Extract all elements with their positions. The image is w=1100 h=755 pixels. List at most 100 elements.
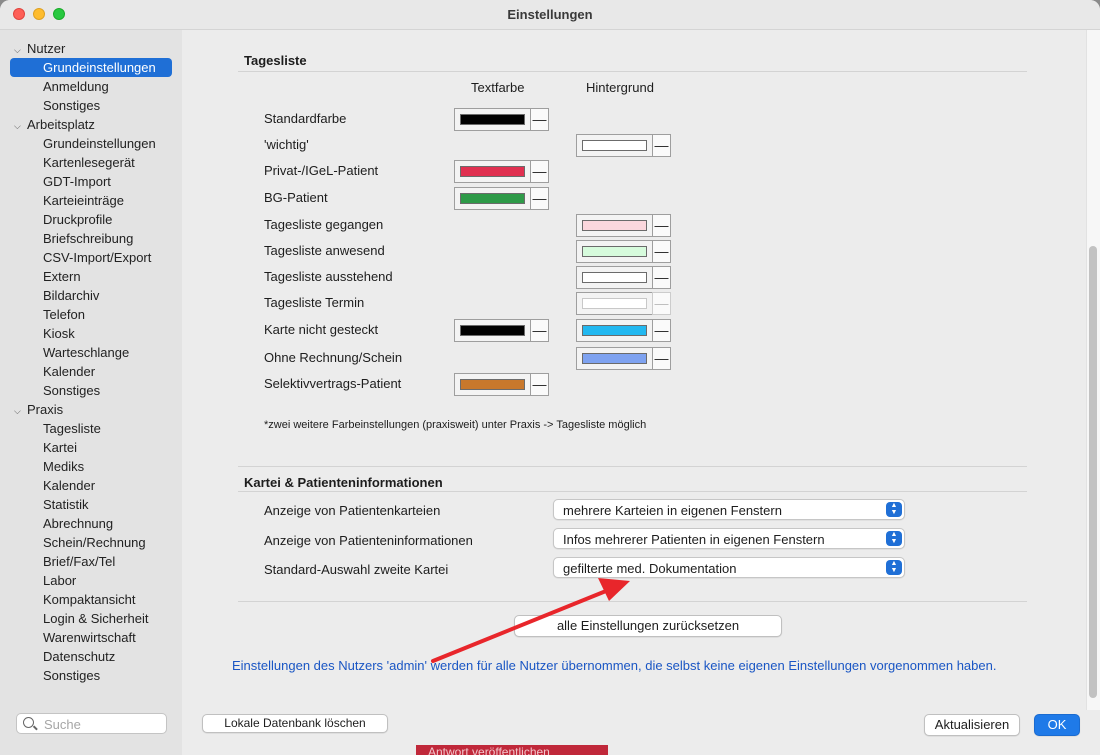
- sidebar-item[interactable]: Druckprofile: [43, 210, 112, 229]
- sidebar-item[interactable]: Warenwirtschaft: [43, 628, 136, 647]
- text-color-reset-button[interactable]: —: [530, 108, 549, 131]
- sidebar-item[interactable]: Telefon: [43, 305, 85, 324]
- background-color-well[interactable]: [576, 292, 653, 315]
- background-color-reset-button[interactable]: —: [652, 347, 671, 370]
- background-color-well[interactable]: [576, 214, 653, 237]
- sidebar-item[interactable]: Warteschlange: [43, 343, 129, 362]
- sidebar-item[interactable]: Tagesliste: [43, 419, 101, 438]
- sidebar-item[interactable]: Abrechnung: [43, 514, 113, 533]
- background-color-well[interactable]: [576, 319, 653, 342]
- sidebar-group[interactable]: ⌵ Arbeitsplatz: [14, 115, 95, 134]
- background-color-reset-button[interactable]: —: [652, 134, 671, 157]
- sidebar-item[interactable]: Sonstiges: [43, 666, 100, 685]
- reset-all-settings-button[interactable]: alle Einstellungen zurücksetzen: [514, 615, 782, 637]
- section-title-kartei: Kartei & Patienteninformationen: [244, 475, 443, 490]
- text-color-reset-button[interactable]: —: [530, 319, 549, 342]
- text-color-well[interactable]: [454, 319, 531, 342]
- tagesliste-note: *zwei weitere Farbeinstellungen (praxisw…: [264, 419, 647, 431]
- background-color-well[interactable]: [576, 240, 653, 263]
- delete-local-database-button[interactable]: Lokale Datenbank löschen: [202, 714, 388, 733]
- sidebar-item[interactable]: Statistik: [43, 495, 89, 514]
- chevron-updown-icon: ▲ ▼: [886, 502, 902, 517]
- background-color-well[interactable]: [576, 134, 653, 157]
- popup-value: gefilterte med. Dokumentation: [563, 561, 737, 576]
- background-color-well[interactable]: [576, 266, 653, 289]
- background-color-reset-button[interactable]: —: [652, 240, 671, 263]
- sidebar-group[interactable]: ⌵ Praxis: [14, 400, 63, 419]
- sidebar-item[interactable]: Sonstiges: [43, 96, 100, 115]
- section-divider: [238, 71, 1027, 72]
- sidebar-item[interactable]: Karteieinträge: [43, 191, 124, 210]
- sidebar-item[interactable]: Grundeinstellungen: [10, 58, 172, 77]
- sidebar-item[interactable]: Bildarchiv: [43, 286, 99, 305]
- sidebar-item[interactable]: Labor: [43, 571, 76, 590]
- text-color-reset-button[interactable]: —: [530, 187, 549, 210]
- scrollbar-thumb[interactable]: [1089, 246, 1097, 698]
- sidebar-item[interactable]: Kiosk: [43, 324, 75, 343]
- color-row-label: Ohne Rechnung/Schein: [264, 350, 403, 365]
- sidebar-item[interactable]: Kalender: [43, 362, 95, 381]
- sidebar-group-label: Nutzer: [27, 41, 66, 56]
- color-row-label: Tagesliste Termin: [264, 295, 365, 310]
- text-color-well[interactable]: [454, 187, 531, 210]
- sidebar-group-label: Praxis: [27, 402, 64, 417]
- ok-button[interactable]: OK: [1034, 714, 1080, 736]
- color-swatch: [582, 353, 647, 364]
- background-color-reset-button[interactable]: —: [652, 214, 671, 237]
- text-color-reset-button[interactable]: —: [530, 160, 549, 183]
- sidebar-item[interactable]: Schein/Rechnung: [43, 533, 146, 552]
- background-color-reset-button[interactable]: —: [652, 292, 671, 315]
- color-row-label: BG-Patient: [264, 190, 328, 205]
- sidebar-item[interactable]: Briefschreibung: [43, 229, 133, 248]
- sidebar-item[interactable]: Anmeldung: [43, 77, 109, 96]
- popup-value: mehrere Karteien in eigenen Fenstern: [563, 503, 782, 518]
- background-color-well[interactable]: [576, 347, 653, 370]
- popup-value: Infos mehrerer Patienten in eigenen Fens…: [563, 532, 825, 547]
- sidebar-item[interactable]: Extern: [43, 267, 81, 286]
- sidebar-group[interactable]: ⌵ Nutzer: [14, 39, 65, 58]
- text-color-well[interactable]: [454, 160, 531, 183]
- sidebar-item[interactable]: Grundeinstellungen: [43, 134, 156, 153]
- sidebar-item[interactable]: Kalender: [43, 476, 95, 495]
- background-color-reset-button[interactable]: —: [652, 319, 671, 342]
- search-placeholder: Suche: [44, 717, 81, 732]
- text-color-well[interactable]: [454, 373, 531, 396]
- sidebar-item[interactable]: GDT-Import: [43, 172, 111, 191]
- settings-window: Einstellungen ⌵ Nutzer Grundeinstellungen A…: [0, 0, 1100, 755]
- column-header-textfarbe: Textfarbe: [471, 80, 525, 95]
- title-bar: Einstellungen: [0, 0, 1100, 30]
- kartei-row-label: Standard-Auswahl zweite Kartei: [264, 562, 449, 577]
- search-icon: [23, 717, 34, 728]
- sidebar-item[interactable]: Kartenlesegerät: [43, 153, 135, 172]
- sidebar-item[interactable]: Datenschutz: [43, 647, 115, 666]
- settings-content: [182, 30, 1100, 710]
- sidebar-item[interactable]: Login & Sicherheit: [43, 609, 149, 628]
- column-header-hintergrund: Hintergrund: [586, 80, 654, 95]
- background-color-reset-button[interactable]: —: [652, 266, 671, 289]
- section-divider: [238, 601, 1027, 602]
- text-color-reset-button[interactable]: —: [530, 373, 549, 396]
- color-swatch: [460, 114, 525, 125]
- color-swatch: [582, 272, 647, 283]
- color-row-label: Karte nicht gesteckt: [264, 322, 379, 337]
- refresh-button[interactable]: Aktualisieren: [924, 714, 1020, 736]
- color-row-label: 'wichtig': [264, 137, 309, 152]
- sidebar-item[interactable]: Sonstiges: [43, 381, 100, 400]
- chevron-down-icon[interactable]: ⌵: [14, 117, 24, 136]
- text-color-well[interactable]: [454, 108, 531, 131]
- chevron-down-icon[interactable]: ⌵: [14, 402, 24, 421]
- zweite-kartei-popup[interactable]: gefilterte med. Dokumentation ▲ ▼: [553, 557, 905, 578]
- section-divider: [238, 466, 1027, 467]
- color-row-label: Selektivvertrags-Patient: [264, 376, 402, 391]
- sidebar-search-field[interactable]: Suche: [16, 713, 167, 734]
- sidebar-item[interactable]: CSV-Import/Export: [43, 248, 151, 267]
- sidebar-item[interactable]: Mediks: [43, 457, 84, 476]
- patienteninformationen-popup[interactable]: Infos mehrerer Patienten in eigenen Fens…: [553, 528, 905, 549]
- patientenkarteien-popup[interactable]: mehrere Karteien in eigenen Fenstern ▲ ▼: [553, 499, 905, 520]
- section-title-tagesliste: Tagesliste: [244, 53, 307, 68]
- sidebar-item[interactable]: Brief/Fax/Tel: [43, 552, 115, 571]
- chevron-updown-icon: ▲ ▼: [886, 531, 902, 546]
- sidebar-item[interactable]: Kompaktansicht: [43, 590, 136, 609]
- color-swatch: [460, 193, 525, 204]
- sidebar-item[interactable]: Kartei: [43, 438, 77, 457]
